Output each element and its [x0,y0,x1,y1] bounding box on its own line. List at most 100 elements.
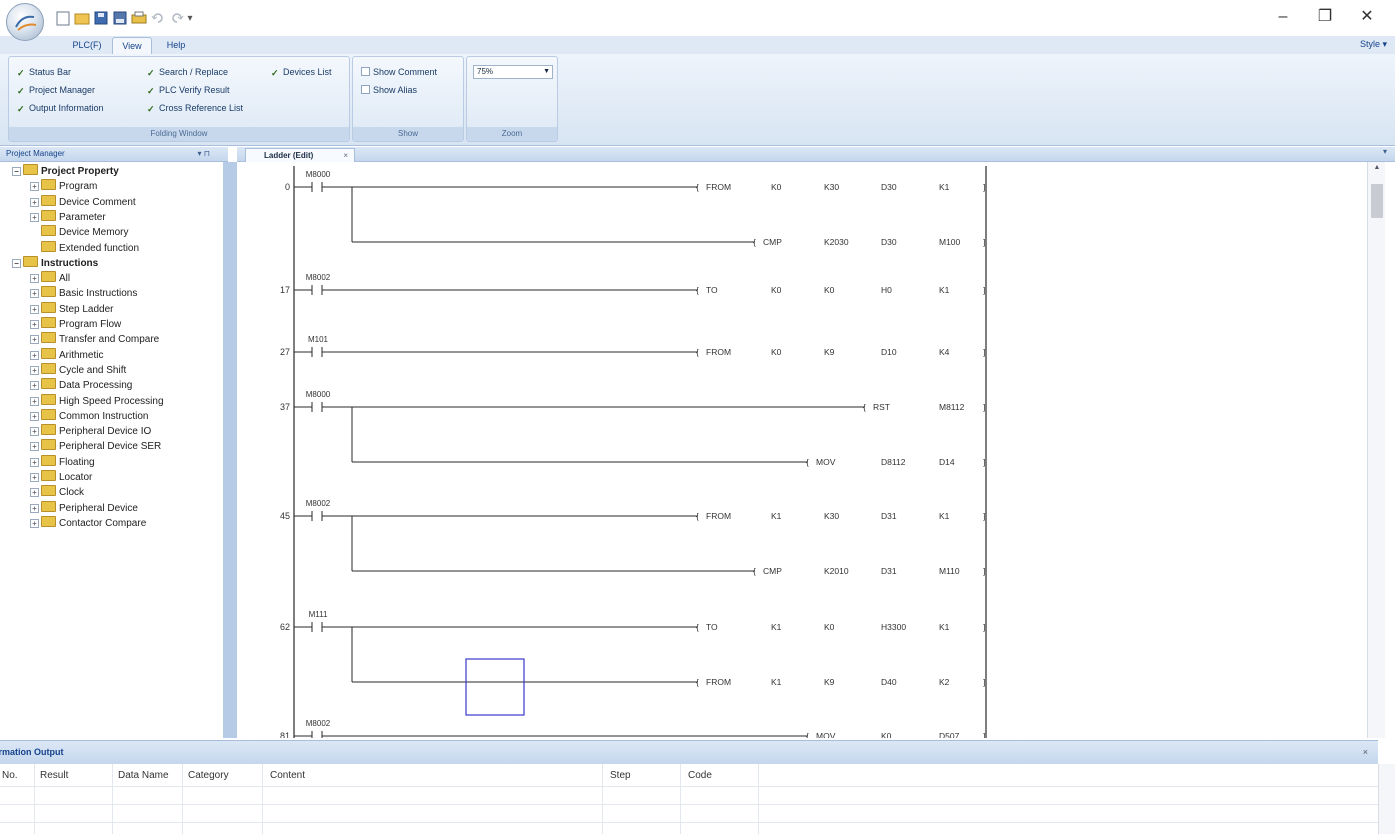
expand-icon[interactable]: + [30,350,39,360]
column-header-content[interactable]: Content [270,770,305,781]
tree-node-label: Data Processing [59,380,133,392]
collapse-icon[interactable]: − [12,167,21,176]
tab-list-icon[interactable]: ▾ [1383,147,1387,156]
expand-icon[interactable]: + [30,488,39,498]
show-alias-checkbox[interactable]: Show Alias [361,83,417,97]
tree-node[interactable]: + Program Flow [30,317,121,332]
expand-icon[interactable]: + [30,212,39,222]
tree-node[interactable]: + All [30,271,70,286]
tree-node[interactable]: Device Memory [30,225,128,240]
expand-icon[interactable]: + [30,442,39,452]
expand-icon[interactable]: + [30,365,39,375]
column-header-data-name[interactable]: Data Name [118,770,169,781]
tree-node[interactable]: + Clock [30,485,84,500]
close-icon[interactable]: × [1363,741,1368,763]
redo-icon[interactable] [168,10,185,27]
expand-icon[interactable]: + [30,473,39,482]
devices-list-checkbox[interactable]: ✓ Devices List [271,65,332,79]
expand-icon[interactable]: + [30,304,39,314]
tab-ladder-edit[interactable]: Ladder (Edit) × [245,148,355,162]
tree-node[interactable]: − Instructions [12,255,98,271]
tree-node[interactable]: + Parameter [30,209,106,225]
tree-node-label: Parameter [59,211,106,223]
customize-toolbar-icon[interactable]: ▾ [187,10,193,27]
search-replace-checkbox[interactable]: ✓ Search / Replace [147,65,228,79]
tree-node[interactable]: + Program [30,179,97,194]
restore-icon[interactable]: ❐ [1310,6,1340,28]
instruction-mnemonic: MOV [816,731,836,738]
expand-icon[interactable]: + [30,320,39,329]
output-information-checkbox[interactable]: ✓ Output Information [17,101,104,115]
tree-node[interactable]: − Project Property [12,164,119,179]
expand-icon[interactable]: + [30,457,39,467]
project-manager-checkbox[interactable]: ✓ Project Manager [17,83,95,97]
expand-icon[interactable]: + [30,411,39,421]
tree-node[interactable]: + Peripheral Device [30,500,138,516]
tree-node[interactable]: + Transfer and Compare [30,332,159,347]
expand-icon[interactable]: + [30,503,39,513]
column-header-result[interactable]: Result [40,770,68,781]
style-menu[interactable]: Style ▾ [1360,39,1387,50]
ladder-diagram[interactable]: 0 M8000 {FROM K0 K30 D30 K1] {CMP K2030 D30 M100] 1… [237,162,1367,738]
tree-node[interactable]: + Device Comment [30,194,136,210]
panel-splitter[interactable] [223,162,237,738]
column-header-step[interactable]: Step [610,770,631,781]
tree-node-label: Peripheral Device SER [59,441,162,453]
expand-icon[interactable]: + [30,381,39,391]
column-header-code[interactable]: Code [688,770,712,781]
expand-icon[interactable]: + [30,335,39,345]
tree-node[interactable]: + Peripheral Device IO [30,424,151,439]
collapse-icon[interactable]: − [12,258,21,268]
tree-node[interactable]: + Locator [30,470,92,485]
expand-icon[interactable]: + [30,396,39,406]
save-all-icon[interactable] [111,10,128,27]
expand-icon[interactable]: + [30,197,39,207]
minimize-icon[interactable]: – [1268,6,1298,28]
instruction-bracket-open: { [753,566,756,576]
editor-vertical-scrollbar[interactable]: ▲ [1367,162,1385,738]
scroll-thumb[interactable] [1371,184,1383,218]
undo-icon[interactable] [149,10,166,27]
application-menu-button[interactable] [6,3,44,41]
open-folder-icon[interactable] [73,10,90,27]
tree-node[interactable]: + Floating [30,454,95,470]
tree-node[interactable]: + High Speed Processing [30,393,164,409]
tree-node[interactable]: + Peripheral Device SER [30,439,161,454]
status-bar-checkbox[interactable]: ✓ Status Bar [17,65,71,79]
tree-node[interactable]: + Data Processing [30,378,132,393]
tree-node[interactable]: Extended function [30,240,139,256]
show-comment-checkbox[interactable]: Show Comment [361,65,437,79]
close-icon[interactable]: ✕ [1352,6,1382,28]
tree-node[interactable]: + Cycle and Shift [30,362,126,378]
output-vertical-scrollbar[interactable] [1378,764,1395,834]
tab-help[interactable]: Help [158,37,194,54]
tree-node[interactable]: + Basic Instructions [30,286,137,301]
expand-icon[interactable]: + [30,518,39,528]
zoom-select[interactable]: 75% ▼ [473,65,553,79]
tab-view[interactable]: View [112,37,152,54]
column-header-category[interactable]: Category [188,770,229,781]
tree-node[interactable]: + Arithmetic [30,347,103,363]
checkmark-icon: ✓ [147,104,155,114]
ladder-editor[interactable]: 0 M8000 {FROM K0 K30 D30 K1] {CMP K2030 D30 M100] 1… [237,162,1367,738]
expand-icon[interactable]: + [30,274,39,284]
tree-node[interactable]: + Common Instruction [30,408,148,424]
expand-icon[interactable]: + [30,289,39,299]
tree-node[interactable]: + Contactor Compare [30,515,146,531]
folder-icon [23,164,38,175]
column-header-no[interactable]: No. [2,770,18,781]
instruction-operand: K1 [939,285,950,295]
tree-node[interactable]: + Step Ladder [30,301,114,317]
pin-icon[interactable]: ▾ ⊓ [198,147,210,161]
close-tab-icon[interactable]: × [343,149,348,162]
expand-icon[interactable]: + [30,427,39,437]
tab-ladder-edit-label: Ladder (Edit) [264,151,314,160]
cross-reference-list-checkbox[interactable]: ✓ Cross Reference List [147,101,243,115]
expand-icon[interactable]: + [30,182,39,192]
new-file-icon[interactable] [54,10,71,27]
scroll-up-icon[interactable]: ▲ [1368,164,1386,176]
save-icon[interactable] [92,10,109,27]
tab-plc[interactable]: PLC(F) [68,37,106,54]
print-icon[interactable] [130,10,147,27]
plc-verify-result-checkbox[interactable]: ✓ PLC Verify Result [147,83,230,97]
